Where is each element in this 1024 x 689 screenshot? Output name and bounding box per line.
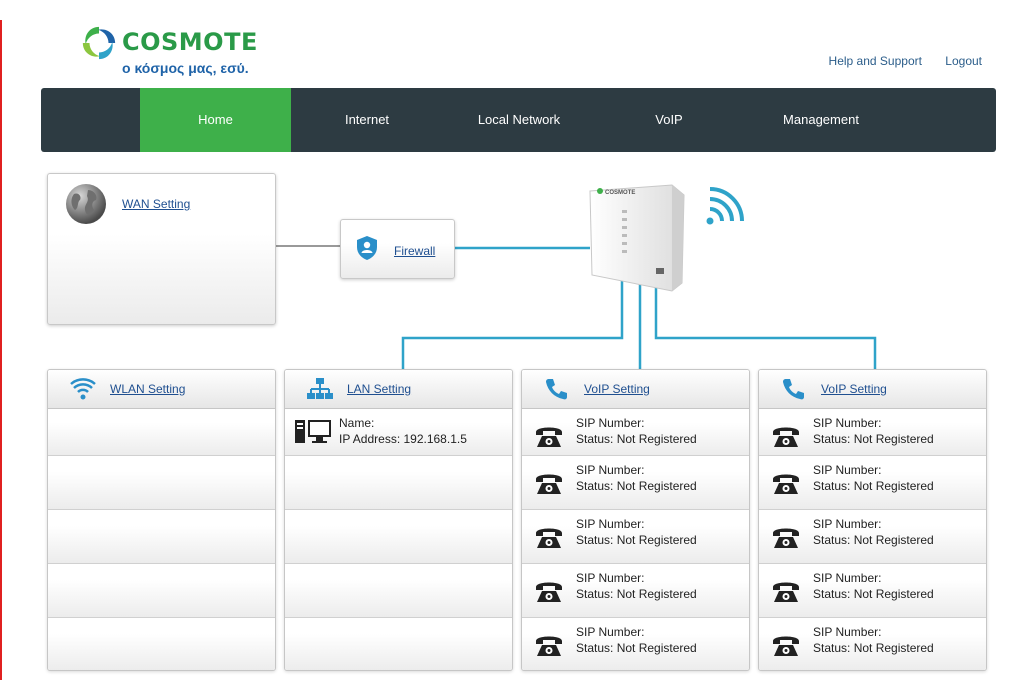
sip-status: Status: Not Registered bbox=[813, 479, 934, 493]
phone-icon bbox=[536, 474, 562, 494]
lan-setting-link[interactable]: LAN Setting bbox=[347, 382, 411, 396]
voip-setting-link-2[interactable]: VoIP Setting bbox=[821, 382, 887, 396]
sip-number: SIP Number: bbox=[813, 625, 882, 639]
voip-line-row[interactable]: SIP Number: Status: Not Registered bbox=[759, 409, 986, 456]
wifi-signal-icon bbox=[706, 187, 744, 225]
list-item bbox=[48, 409, 275, 456]
list-item bbox=[48, 564, 275, 618]
phone-icon bbox=[536, 528, 562, 548]
list-item bbox=[285, 564, 512, 618]
voip-line-row[interactable]: SIP Number: Status: Not Registered bbox=[522, 409, 749, 456]
wlan-setting-link[interactable]: WLAN Setting bbox=[110, 382, 185, 396]
voip-line-row[interactable]: SIP Number: Status: Not Registered bbox=[522, 456, 749, 510]
voip-line-row[interactable]: SIP Number: Status: Not Registered bbox=[759, 618, 986, 670]
list-item bbox=[48, 618, 275, 670]
voip-column-2: VoIP Setting SIP Number: Status: Not Reg… bbox=[758, 369, 987, 671]
voip-header-2: VoIP Setting bbox=[759, 370, 986, 409]
lan-header: LAN Setting bbox=[285, 370, 512, 409]
voip-line-row[interactable]: SIP Number: Status: Not Registered bbox=[759, 564, 986, 618]
sip-number: SIP Number: bbox=[576, 517, 645, 531]
sip-status: Status: Not Registered bbox=[813, 587, 934, 601]
sip-status: Status: Not Registered bbox=[813, 533, 934, 547]
list-item bbox=[48, 456, 275, 510]
sip-number: SIP Number: bbox=[576, 416, 645, 430]
wan-panel: WAN Setting bbox=[47, 173, 276, 325]
wan-setting-link[interactable]: WAN Setting bbox=[122, 197, 190, 211]
lan-device-row[interactable]: Name: IP Address: 192.168.1.5 bbox=[285, 409, 512, 456]
handset-icon bbox=[783, 379, 804, 400]
wifi-icon bbox=[70, 378, 96, 400]
list-item bbox=[48, 510, 275, 564]
wlan-header: WLAN Setting bbox=[48, 370, 275, 409]
firewall-panel: Firewall bbox=[340, 219, 455, 279]
computer-icon bbox=[295, 420, 331, 443]
voip-line-row[interactable]: SIP Number: Status: Not Registered bbox=[522, 618, 749, 670]
voip-column-1: VoIP Setting SIP Number: Status: Not Reg… bbox=[521, 369, 750, 671]
sip-number: SIP Number: bbox=[576, 463, 645, 477]
router-voip2-connector bbox=[654, 276, 877, 369]
list-item bbox=[285, 618, 512, 670]
voip-setting-link-1[interactable]: VoIP Setting bbox=[584, 382, 650, 396]
wlan-column: WLAN Setting bbox=[47, 369, 276, 671]
sip-number: SIP Number: bbox=[813, 416, 882, 430]
router-brand-label: COSMOTE bbox=[605, 190, 635, 196]
phone-icon bbox=[773, 427, 799, 447]
list-item bbox=[285, 510, 512, 564]
network-icon bbox=[307, 378, 333, 399]
sip-number: SIP Number: bbox=[576, 625, 645, 639]
phone-icon bbox=[773, 636, 799, 656]
device-ip: IP Address: 192.168.1.5 bbox=[339, 432, 467, 446]
voip-header-1: VoIP Setting bbox=[522, 370, 749, 409]
voip-line-row[interactable]: SIP Number: Status: Not Registered bbox=[759, 510, 986, 564]
phone-icon bbox=[536, 582, 562, 602]
sip-status: Status: Not Registered bbox=[576, 641, 697, 655]
phone-icon bbox=[773, 528, 799, 548]
device-name: Name: bbox=[339, 416, 375, 430]
phone-icon bbox=[773, 582, 799, 602]
voip-line-row[interactable]: SIP Number: Status: Not Registered bbox=[759, 456, 986, 510]
voip-line-row[interactable]: SIP Number: Status: Not Registered bbox=[522, 564, 749, 618]
list-item bbox=[285, 456, 512, 510]
sip-number: SIP Number: bbox=[813, 463, 882, 477]
shield-icon bbox=[357, 236, 377, 260]
phone-icon bbox=[773, 474, 799, 494]
firewall-link[interactable]: Firewall bbox=[394, 244, 435, 258]
sip-number: SIP Number: bbox=[576, 571, 645, 585]
handset-icon bbox=[546, 379, 567, 400]
sip-status: Status: Not Registered bbox=[576, 432, 697, 446]
phone-icon bbox=[536, 427, 562, 447]
sip-status: Status: Not Registered bbox=[576, 533, 697, 547]
lan-column: LAN Setting Name: IP Address: 192.168.1.… bbox=[284, 369, 513, 671]
sip-status: Status: Not Registered bbox=[576, 587, 697, 601]
sip-status: Status: Not Registered bbox=[813, 432, 934, 446]
globe-icon bbox=[66, 184, 106, 224]
voip-line-row[interactable]: SIP Number: Status: Not Registered bbox=[522, 510, 749, 564]
phone-icon bbox=[536, 636, 562, 656]
sip-status: Status: Not Registered bbox=[813, 641, 934, 655]
router-device-icon: COSMOTE bbox=[589, 184, 685, 292]
sip-status: Status: Not Registered bbox=[576, 479, 697, 493]
sip-number: SIP Number: bbox=[813, 517, 882, 531]
sip-number: SIP Number: bbox=[813, 571, 882, 585]
